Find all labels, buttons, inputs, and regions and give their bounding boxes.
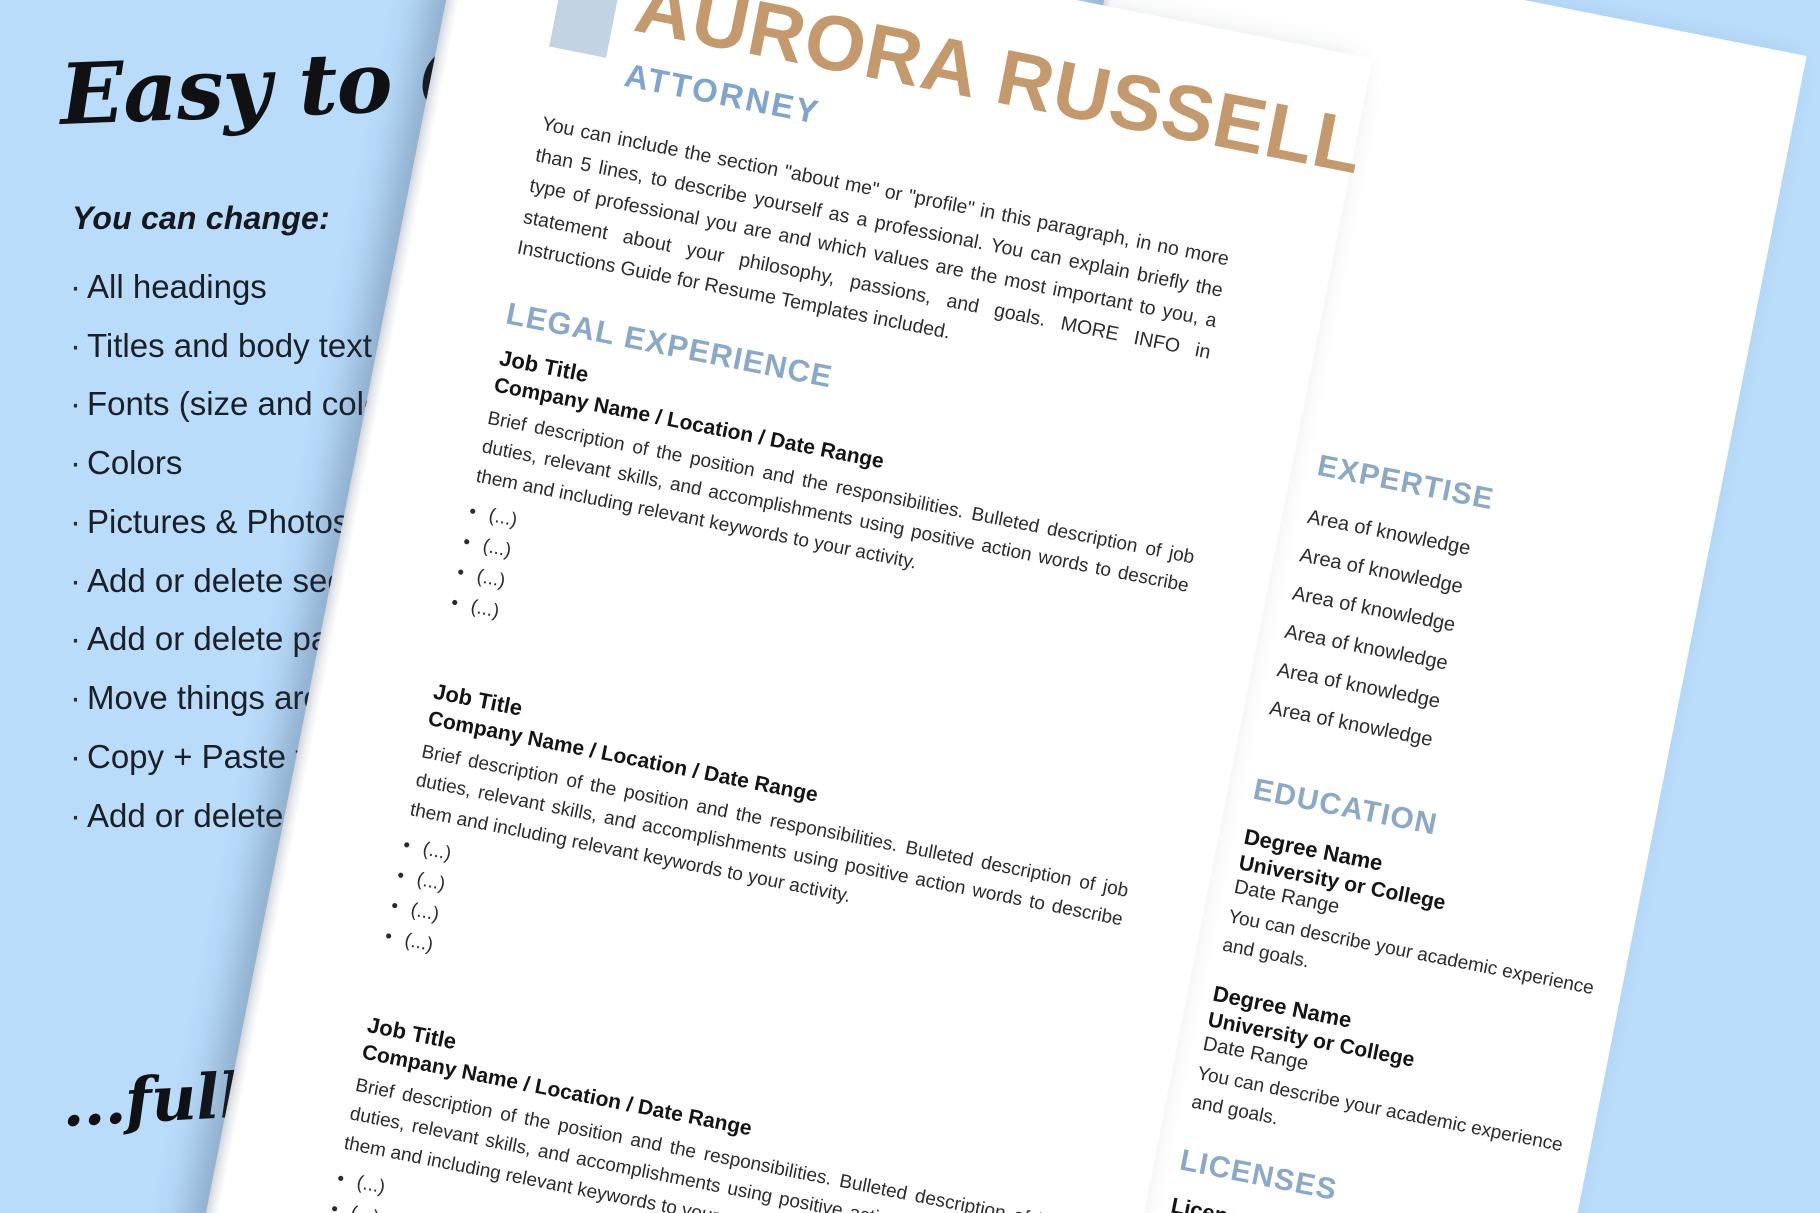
bullet-dot-icon: ·	[70, 796, 81, 834]
bullet-dot-icon: ·	[70, 385, 81, 423]
expertise-list: Area of knowledge Area of knowledge Area o…	[1266, 498, 1474, 760]
license-name: License or Certification	[1169, 1193, 1547, 1213]
bullet-dot-icon: ·	[70, 502, 81, 540]
slide-canvas: EXPERTISE Area of knowledge Area of knowl…	[0, 0, 1820, 1213]
experience-entry: Job Title Company Name / Location / Date…	[382, 679, 1142, 1092]
experience-entry: Job Title Company Name / Location / Date…	[448, 345, 1208, 758]
header-accent-block	[549, 0, 624, 58]
bullet-dot-icon: ·	[70, 561, 81, 599]
promo-subheading: You can change:	[72, 200, 330, 236]
bullet-dot-icon: ·	[70, 737, 81, 775]
profile-paragraph: You can include the section "about me" o…	[515, 112, 1231, 364]
promo-feature-label: Pictures & Photos	[87, 502, 350, 540]
promo-feature-label: Colors	[87, 444, 183, 482]
bullet-dot-icon: ·	[70, 620, 81, 658]
promo-feature-label: Titles and body text	[87, 326, 372, 364]
bullet-dot-icon: ·	[70, 268, 81, 305]
promo-feature-label: Fonts (size and color)	[87, 385, 405, 423]
promo-feature-label: All headings	[87, 268, 267, 305]
bullet-dot-icon: ·	[70, 326, 81, 364]
bullet-dot-icon: ·	[70, 679, 81, 717]
bullet-dot-icon: ·	[70, 444, 81, 482]
license-entry: License or Certification	[1169, 1193, 1547, 1213]
